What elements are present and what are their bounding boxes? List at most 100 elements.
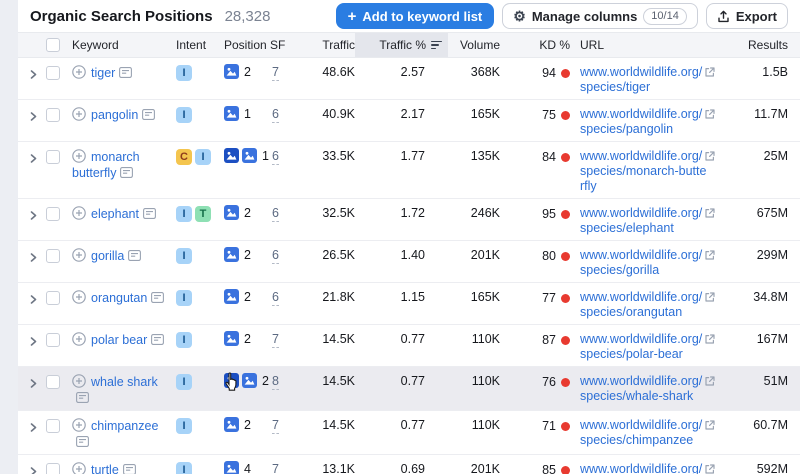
column-header-url[interactable]: URL xyxy=(574,38,724,52)
serp-features-count[interactable]: 6 xyxy=(272,290,279,306)
expand-chevron-icon[interactable] xyxy=(29,295,38,304)
intent-badge-I[interactable]: I xyxy=(176,418,192,434)
url-link[interactable]: www.worldwildlife.org/species/monarch-bu… xyxy=(580,149,708,194)
row-checkbox[interactable] xyxy=(46,108,60,122)
row-checkbox[interactable] xyxy=(46,419,60,433)
table-row[interactable]: pangolinI1640.9K2.17165K75www.worldwildl… xyxy=(18,100,800,142)
add-keyword-icon[interactable] xyxy=(72,374,86,388)
serp-features-count[interactable]: 7 xyxy=(272,332,279,348)
keyword-link[interactable]: polar bear xyxy=(91,333,147,347)
column-header-results[interactable]: Results xyxy=(724,38,800,52)
keyword-link[interactable]: pangolin xyxy=(91,108,138,122)
serp-preview-icon[interactable] xyxy=(151,292,164,303)
intent-badge-I[interactable]: I xyxy=(176,65,192,81)
row-checkbox[interactable] xyxy=(46,150,60,164)
serp-preview-icon[interactable] xyxy=(143,208,156,219)
url-link[interactable]: www.worldwildlife.org/species/pangolin xyxy=(580,107,708,137)
add-keyword-icon[interactable] xyxy=(72,65,86,79)
url-link[interactable]: www.worldwildlife.org/species/chimpanzee xyxy=(580,418,708,448)
add-to-keyword-list-button[interactable]: + Add to keyword list xyxy=(336,3,495,29)
row-checkbox[interactable] xyxy=(46,207,60,221)
serp-preview-icon[interactable] xyxy=(142,109,155,120)
expand-chevron-icon[interactable] xyxy=(29,337,38,346)
external-link-icon[interactable] xyxy=(704,375,716,387)
keyword-link[interactable]: tiger xyxy=(91,66,115,80)
table-row[interactable]: chimpanzeeI2714.5K0.77110K71www.worldwil… xyxy=(18,411,800,455)
keyword-link[interactable]: orangutan xyxy=(91,291,147,305)
table-row[interactable]: turtleI4713.1K0.69201K85www.worldwildlif… xyxy=(18,455,800,474)
row-checkbox[interactable] xyxy=(46,333,60,347)
intent-badge-C[interactable]: C xyxy=(176,149,192,165)
serp-preview-icon[interactable] xyxy=(76,392,89,403)
url-link[interactable]: www.worldwildlife.org/species/polar-bear xyxy=(580,332,708,362)
column-header-intent[interactable]: Intent xyxy=(172,38,224,52)
image-pack-icon[interactable] xyxy=(224,331,239,346)
intent-badge-I[interactable]: I xyxy=(176,248,192,264)
expand-chevron-icon[interactable] xyxy=(29,70,38,79)
intent-badge-I[interactable]: I xyxy=(176,290,192,306)
url-link[interactable]: www.worldwildlife.org/species/sea-turtle xyxy=(580,462,708,474)
keyword-link[interactable]: whale shark xyxy=(91,375,158,389)
row-checkbox[interactable] xyxy=(46,249,60,263)
image-pack-icon[interactable] xyxy=(224,205,239,220)
url-link[interactable]: www.worldwildlife.org/species/elephant xyxy=(580,206,708,236)
row-checkbox[interactable] xyxy=(46,66,60,80)
external-link-icon[interactable] xyxy=(704,419,716,431)
serp-features-count[interactable]: 6 xyxy=(272,248,279,264)
url-link[interactable]: www.worldwildlife.org/species/orangutan xyxy=(580,290,708,320)
export-button[interactable]: Export xyxy=(706,3,788,29)
expand-chevron-icon[interactable] xyxy=(29,253,38,262)
intent-badge-I[interactable]: I xyxy=(176,332,192,348)
serp-preview-icon[interactable] xyxy=(76,436,89,447)
table-row[interactable]: orangutanI2621.8K1.15165K77www.worldwild… xyxy=(18,283,800,325)
external-link-icon[interactable] xyxy=(704,66,716,78)
serp-features-count[interactable]: 7 xyxy=(272,462,279,474)
add-keyword-icon[interactable] xyxy=(72,149,86,163)
url-link[interactable]: www.worldwildlife.org/species/tiger xyxy=(580,65,708,95)
image-pack-icon[interactable] xyxy=(224,247,239,262)
expand-chevron-icon[interactable] xyxy=(29,154,38,163)
column-header-kd[interactable]: KD % xyxy=(500,38,574,52)
table-row[interactable]: polar bearI2714.5K0.77110K87www.worldwil… xyxy=(18,325,800,367)
expand-chevron-icon[interactable] xyxy=(29,467,38,474)
external-link-icon[interactable] xyxy=(704,207,716,219)
column-header-traffic[interactable]: Traffic xyxy=(302,38,355,52)
serp-preview-icon[interactable] xyxy=(119,67,132,78)
serp-preview-icon[interactable] xyxy=(151,334,164,345)
manage-columns-button[interactable]: ⚙ Manage columns 10/14 xyxy=(502,3,698,29)
row-checkbox[interactable] xyxy=(46,375,60,389)
serp-features-count[interactable]: 8 xyxy=(272,374,279,390)
add-keyword-icon[interactable] xyxy=(72,332,86,346)
table-row[interactable]: gorillaI2626.5K1.40201K80www.worldwildli… xyxy=(18,241,800,283)
serp-preview-icon[interactable] xyxy=(120,167,133,178)
serp-features-count[interactable]: 6 xyxy=(272,149,279,165)
table-row[interactable]: elephantIT2632.5K1.72246K95www.worldwild… xyxy=(18,199,800,241)
add-keyword-icon[interactable] xyxy=(72,206,86,220)
add-keyword-icon[interactable] xyxy=(72,418,86,432)
url-link[interactable]: www.worldwildlife.org/species/whale-shar… xyxy=(580,374,708,404)
serp-features-count[interactable]: 7 xyxy=(272,418,279,434)
add-keyword-icon[interactable] xyxy=(72,107,86,121)
keyword-link[interactable]: gorilla xyxy=(91,249,124,263)
table-row[interactable]: tigerI2748.6K2.57368K94www.worldwildlife… xyxy=(18,58,800,100)
keyword-link[interactable]: chimpanzee xyxy=(91,419,158,433)
keyword-link[interactable]: elephant xyxy=(91,207,139,221)
row-checkbox[interactable] xyxy=(46,291,60,305)
row-checkbox[interactable] xyxy=(46,463,60,474)
image-pack-icon[interactable] xyxy=(224,289,239,304)
serp-features-count[interactable]: 6 xyxy=(272,107,279,123)
column-header-traffic-pct[interactable]: Traffic % xyxy=(355,33,448,57)
external-link-icon[interactable] xyxy=(704,108,716,120)
expand-chevron-icon[interactable] xyxy=(29,423,38,432)
serp-features-count[interactable]: 7 xyxy=(272,65,279,81)
intent-badge-I[interactable]: I xyxy=(176,107,192,123)
intent-badge-T[interactable]: T xyxy=(195,206,211,222)
table-row[interactable]: whale sharkI2814.5K0.77110K76www.worldwi… xyxy=(18,367,800,411)
image-pack-icon[interactable] xyxy=(242,148,257,163)
url-link[interactable]: www.worldwildlife.org/species/gorilla xyxy=(580,248,708,278)
intent-badge-I[interactable]: I xyxy=(176,462,192,474)
image-pack-icon[interactable] xyxy=(224,106,239,121)
intent-badge-I[interactable]: I xyxy=(176,374,192,390)
expand-chevron-icon[interactable] xyxy=(29,379,38,388)
image-pack-icon[interactable] xyxy=(224,461,239,474)
